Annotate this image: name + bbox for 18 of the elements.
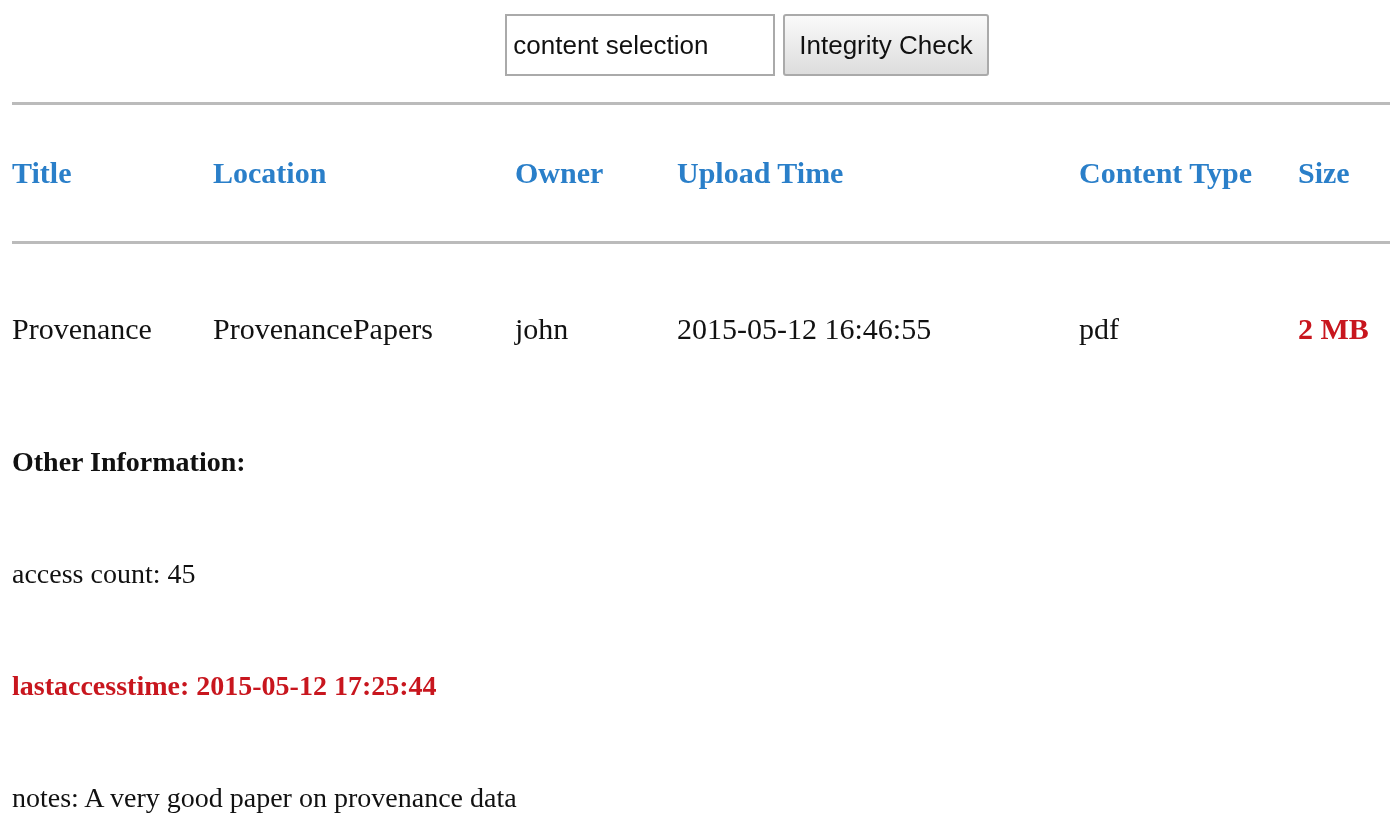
column-header: Content Type [1079, 156, 1253, 190]
integrity-check-button[interactable]: Integrity Check [783, 14, 989, 76]
column-header: Size [1298, 156, 1350, 190]
column-header: Upload Time [677, 156, 844, 190]
info-line: notes: A very good paper on provenance data [12, 782, 517, 814]
table-cell: ProvenancePapers [213, 312, 433, 346]
search-field[interactable]: content selection [505, 14, 776, 76]
column-header: Title [12, 156, 72, 190]
table-cell: Provenance [12, 312, 152, 346]
table-cell: john [515, 312, 569, 346]
column-header: Location [213, 156, 327, 190]
table-cell: 2015-05-12 16:46:55 [677, 312, 932, 346]
info-line: lastaccesstime: 2015-05-12 17:25:44 [12, 670, 437, 702]
info-line: access count: 45 [12, 558, 196, 590]
section-heading: Other Information: [12, 446, 246, 478]
table-cell: 2 MB [1298, 312, 1369, 346]
table-cell: pdf [1079, 312, 1119, 346]
column-header: Owner [515, 156, 604, 190]
